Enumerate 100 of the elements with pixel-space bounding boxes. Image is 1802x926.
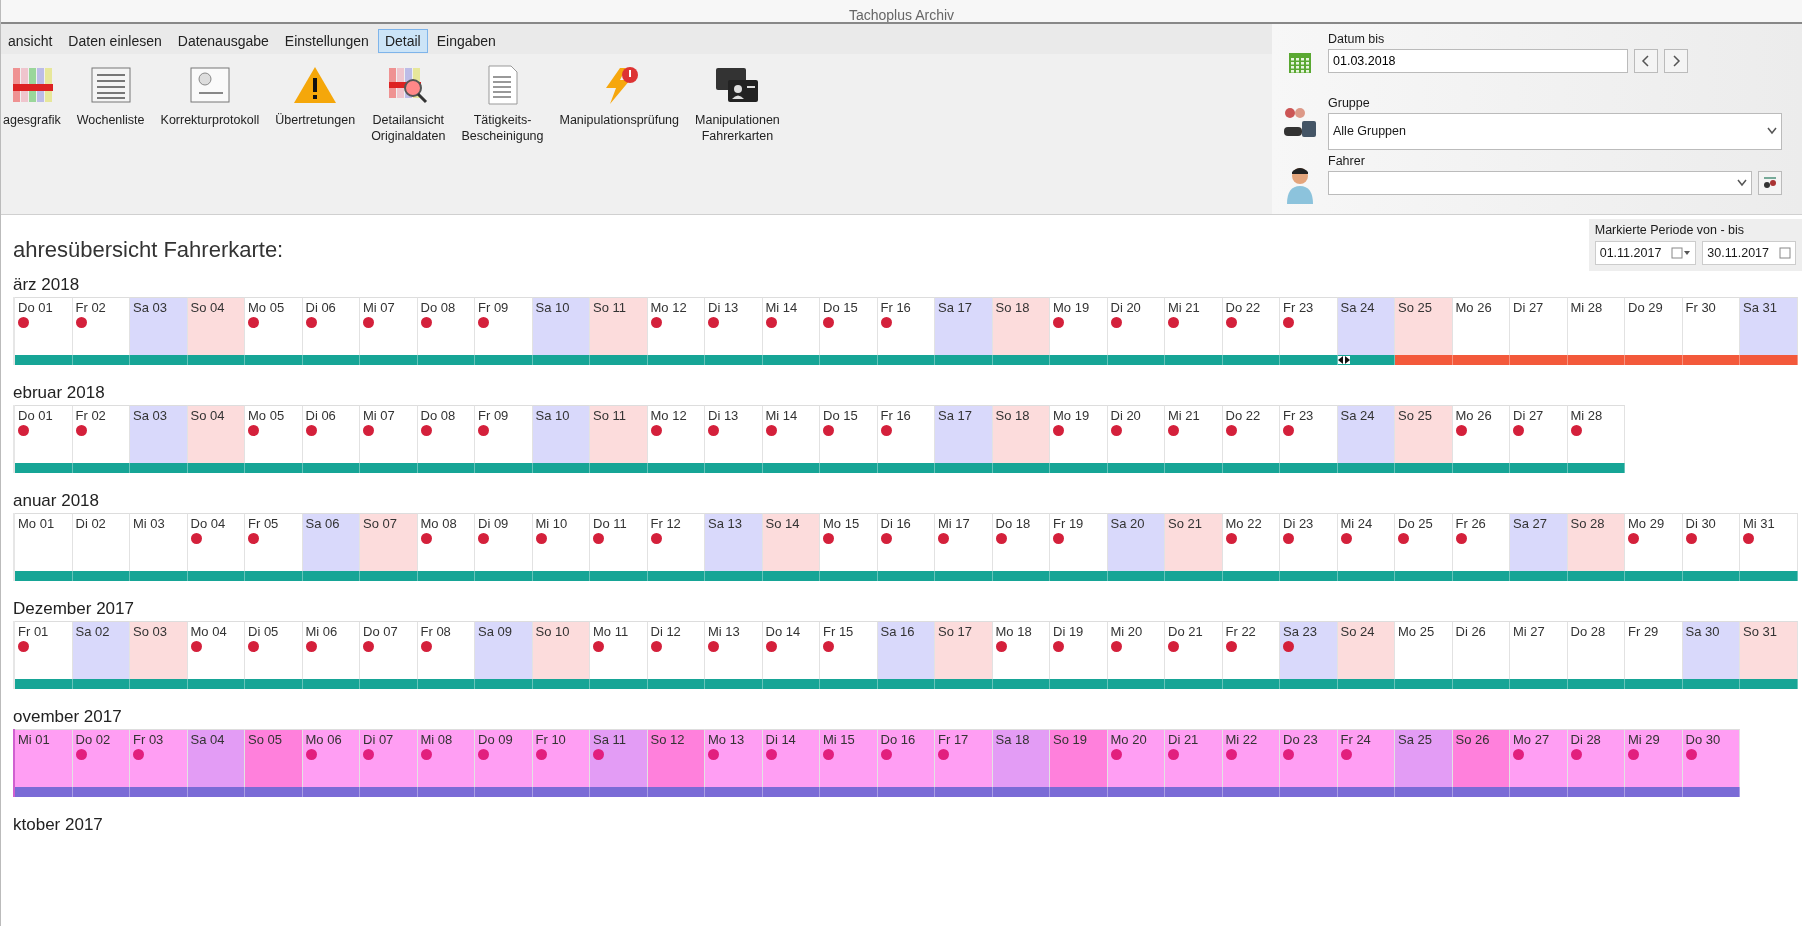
day-cell[interactable]: Do 08 <box>417 405 475 463</box>
day-cell[interactable]: Fr 09 <box>475 405 533 463</box>
menu-tab[interactable]: ansicht <box>1 29 60 53</box>
period-from-field[interactable]: 01.11.2017 <box>1594 241 1697 265</box>
day-cell[interactable]: Di 13 <box>705 405 763 463</box>
day-cell[interactable]: Fr 08 <box>417 621 475 679</box>
day-cell[interactable]: Sa 11 <box>590 729 648 787</box>
day-cell[interactable]: Sa 10 <box>532 405 590 463</box>
day-cell[interactable]: So 10 <box>532 621 590 679</box>
day-cell[interactable]: Do 30 <box>1682 729 1740 787</box>
day-cell[interactable]: So 24 <box>1337 621 1395 679</box>
day-cell[interactable]: So 18 <box>992 405 1050 463</box>
day-cell[interactable]: Do 14 <box>762 621 820 679</box>
toolbar-button[interactable]: Korrekturprotokoll <box>158 62 262 130</box>
day-cell[interactable]: Di 30 <box>1682 513 1740 571</box>
day-cell[interactable]: Mo 08 <box>417 513 475 571</box>
toolbar-button[interactable]: Wochenliste <box>74 62 147 130</box>
day-cell[interactable]: Fr 01 <box>15 621 73 679</box>
day-cell[interactable]: Fr 16 <box>877 297 935 355</box>
day-cell[interactable]: Mo 20 <box>1107 729 1165 787</box>
day-cell[interactable]: Mo 26 <box>1452 297 1510 355</box>
day-cell[interactable]: So 04 <box>187 405 245 463</box>
day-cell[interactable]: Sa 17 <box>935 297 993 355</box>
day-cell[interactable]: Fr 16 <box>877 405 935 463</box>
day-cell[interactable]: Sa 30 <box>1682 621 1740 679</box>
day-cell[interactable]: Fr 24 <box>1337 729 1395 787</box>
day-cell[interactable]: Mo 13 <box>705 729 763 787</box>
day-cell[interactable]: So 25 <box>1395 297 1453 355</box>
day-cell[interactable]: Mi 08 <box>417 729 475 787</box>
day-cell[interactable]: Di 28 <box>1567 729 1625 787</box>
date-field[interactable]: 01.03.2018 <box>1328 49 1628 73</box>
day-cell[interactable]: Mi 07 <box>360 297 418 355</box>
toolbar-button[interactable]: Manipulationsprüfung <box>557 62 682 130</box>
menu-tab[interactable]: Eingaben <box>429 29 503 53</box>
day-cell[interactable]: So 07 <box>360 513 418 571</box>
day-cell[interactable]: Fr 23 <box>1280 405 1338 463</box>
day-cell[interactable]: Mo 29 <box>1625 513 1683 571</box>
day-cell[interactable]: Mo 05 <box>245 405 303 463</box>
day-cell[interactable]: Do 01 <box>15 297 73 355</box>
day-cell[interactable]: Do 15 <box>820 297 878 355</box>
day-cell[interactable]: Mi 28 <box>1567 297 1625 355</box>
day-cell[interactable]: Fr 03 <box>130 729 188 787</box>
day-cell[interactable]: Sa 27 <box>1510 513 1568 571</box>
day-cell[interactable]: Di 05 <box>245 621 303 679</box>
day-cell[interactable]: Fr 15 <box>820 621 878 679</box>
day-cell[interactable]: Sa 25 <box>1395 729 1453 787</box>
day-cell[interactable]: Mi 21 <box>1165 297 1223 355</box>
menu-tab[interactable]: Einstellungen <box>277 29 376 53</box>
driver-picker-button[interactable] <box>1758 171 1782 196</box>
day-cell[interactable]: Sa 17 <box>935 405 993 463</box>
day-cell[interactable]: Di 02 <box>72 513 130 571</box>
toolbar-button[interactable]: Übertretungen <box>273 62 358 130</box>
day-cell[interactable]: Sa 02 <box>72 621 130 679</box>
day-cell[interactable]: Sa 13 <box>705 513 763 571</box>
day-cell[interactable]: Mi 07 <box>360 405 418 463</box>
day-cell[interactable]: So 26 <box>1452 729 1510 787</box>
day-cell[interactable]: Di 27 <box>1510 297 1568 355</box>
toolbar-button[interactable]: Tätigkeits- Bescheinigung <box>459 62 546 146</box>
day-cell[interactable]: Di 09 <box>475 513 533 571</box>
day-cell[interactable]: So 31 <box>1740 621 1798 679</box>
day-cell[interactable]: So 19 <box>1050 729 1108 787</box>
day-cell[interactable]: Di 21 <box>1165 729 1223 787</box>
day-cell[interactable]: Sa 24 <box>1337 405 1395 463</box>
day-cell[interactable]: Mi 14 <box>762 297 820 355</box>
period-to-field[interactable]: 30.11.2017 <box>1702 241 1796 265</box>
day-cell[interactable]: Di 23 <box>1280 513 1338 571</box>
day-cell[interactable]: Sa 10 <box>532 297 590 355</box>
day-cell[interactable]: Do 25 <box>1395 513 1453 571</box>
menu-tab[interactable]: Datenausgabe <box>170 29 276 53</box>
day-cell[interactable]: Mo 25 <box>1395 621 1453 679</box>
day-cell[interactable]: Mo 18 <box>992 621 1050 679</box>
day-cell[interactable]: So 25 <box>1395 405 1453 463</box>
day-cell[interactable]: Mi 01 <box>15 729 73 787</box>
day-cell[interactable]: Sa 03 <box>130 405 188 463</box>
day-cell[interactable]: Do 16 <box>877 729 935 787</box>
day-cell[interactable]: So 03 <box>130 621 188 679</box>
day-cell[interactable]: Do 15 <box>820 405 878 463</box>
day-cell[interactable]: Mi 14 <box>762 405 820 463</box>
day-cell[interactable]: So 18 <box>992 297 1050 355</box>
day-cell[interactable]: Fr 22 <box>1222 621 1280 679</box>
day-cell[interactable]: So 17 <box>935 621 993 679</box>
day-cell[interactable]: Di 16 <box>877 513 935 571</box>
day-cell[interactable]: Mi 21 <box>1165 405 1223 463</box>
day-cell[interactable]: Mi 15 <box>820 729 878 787</box>
toolbar-button[interactable]: agesgrafik <box>1 62 63 130</box>
day-cell[interactable]: Mo 19 <box>1050 297 1108 355</box>
day-cell[interactable]: Di 07 <box>360 729 418 787</box>
toolbar-button[interactable]: Manipulationen Fahrerkarten <box>693 62 782 146</box>
day-cell[interactable]: Di 19 <box>1050 621 1108 679</box>
day-cell[interactable]: Do 02 <box>72 729 130 787</box>
day-cell[interactable]: Fr 10 <box>532 729 590 787</box>
day-cell[interactable]: Fr 17 <box>935 729 993 787</box>
day-cell[interactable]: Fr 02 <box>72 297 130 355</box>
day-cell[interactable]: Mi 24 <box>1337 513 1395 571</box>
day-cell[interactable]: Mi 28 <box>1567 405 1625 463</box>
day-cell[interactable]: So 04 <box>187 297 245 355</box>
menu-tab[interactable]: Daten einlesen <box>61 29 169 53</box>
day-cell[interactable]: Do 08 <box>417 297 475 355</box>
day-cell[interactable]: Mo 19 <box>1050 405 1108 463</box>
menu-tab[interactable]: Detail <box>377 29 428 53</box>
